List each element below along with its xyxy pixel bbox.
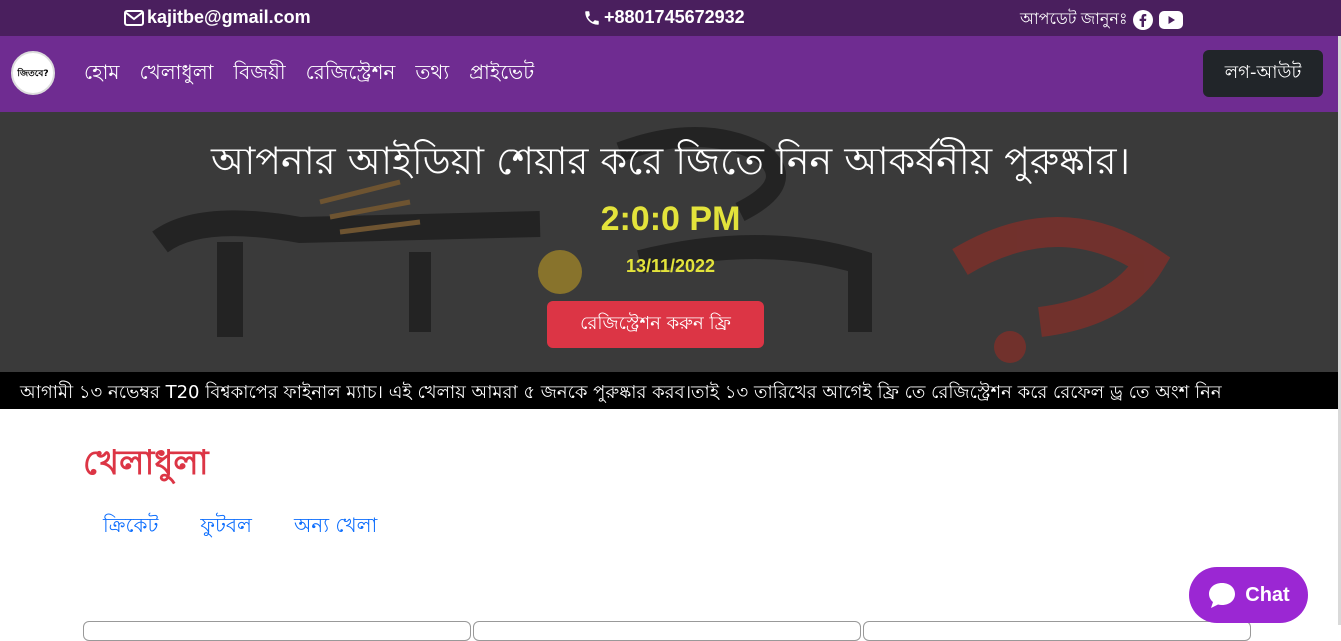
hero-banner: আপনার আইডিয়া শেয়ার করে জিতে নিন আকর্ষন… (0, 112, 1341, 372)
ticker-text: আগামী ১৩ নভেম্বর T20 বিশ্বকাপের ফাইনাল ম… (20, 382, 1222, 403)
chat-label: Chat (1245, 583, 1290, 606)
envelope-icon (124, 9, 144, 26)
logo-text: জিতবে? (17, 68, 49, 79)
nav-menu: হোম খেলাধুলা বিজয়ী রেজিস্ট্রেশন তথ্য প্… (84, 58, 534, 91)
hero-title: আপনার আইডিয়া শেয়ার করে জিতে নিন আকর্ষন… (210, 139, 1131, 183)
top-contact-bar: kajitbe@gmail.com +8801745672932 আপডেট জ… (0, 0, 1341, 36)
nav-item-home[interactable]: হোম (84, 58, 120, 91)
facebook-icon[interactable] (1133, 9, 1154, 30)
register-free-button[interactable]: রেজিস্ট্রেশন করুন ফ্রি (547, 301, 764, 348)
nav-item-registration[interactable]: রেজিস্ট্রেশন (306, 58, 396, 91)
youtube-icon[interactable] (1159, 10, 1184, 29)
match-card[interactable] (863, 621, 1251, 641)
nav-item-winners[interactable]: বিজয়ী (233, 58, 285, 91)
tab-cricket[interactable]: ক্রিকেট (103, 511, 158, 544)
site-logo[interactable]: জিতবে? (11, 51, 55, 95)
chat-button[interactable]: Chat (1189, 567, 1308, 623)
phone-text: +8801745672932 (604, 7, 745, 27)
event-date: 13/11/2022 (625, 256, 716, 276)
sports-tabs: ক্রিকেট ফুটবল অন্য খেলা (103, 511, 377, 544)
nav-item-sports[interactable]: খেলাধুলা (140, 58, 214, 91)
email-text: kajitbe@gmail.com (147, 7, 311, 27)
phone-icon (583, 9, 601, 27)
main-navbar: জিতবে? হোম খেলাধুলা বিজয়ী রেজিস্ট্রেশন … (0, 36, 1341, 112)
social-updates: আপডেট জানুনঃ (1020, 6, 1184, 33)
logout-button[interactable]: লগ-আউট (1203, 50, 1323, 97)
chat-bubble-icon (1207, 581, 1237, 609)
countdown-time: 2:0:0 PM (600, 200, 741, 238)
updates-label: আপডেট জানুনঃ (1020, 11, 1128, 28)
tab-other-sports[interactable]: অন্য খেলা (294, 511, 377, 544)
tab-football[interactable]: ফুটবল (200, 511, 252, 544)
nav-item-info[interactable]: তথ্য (415, 58, 449, 91)
match-card[interactable] (83, 621, 471, 641)
email-contact[interactable]: kajitbe@gmail.com (124, 7, 311, 28)
phone-contact[interactable]: +8801745672932 (583, 7, 745, 28)
nav-item-private[interactable]: প্রাইভেট (469, 58, 534, 91)
match-card[interactable] (473, 621, 861, 641)
section-title: খেলাধুলা (83, 443, 209, 483)
news-ticker: আগামী ১৩ নভেম্বর T20 বিশ্বকাপের ফাইনাল ম… (0, 372, 1341, 409)
